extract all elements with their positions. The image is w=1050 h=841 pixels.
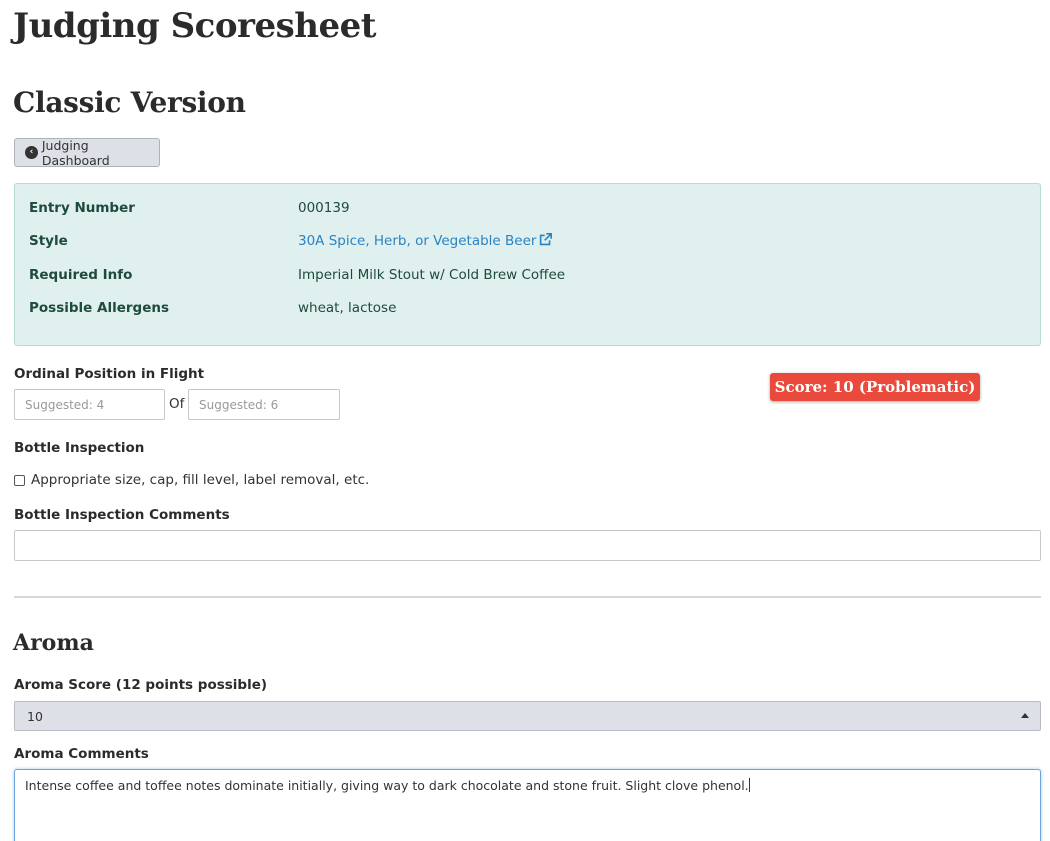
style-link[interactable]: 30A Spice, Herb, or Vegetable Beer <box>298 233 553 249</box>
entry-number-label: Entry Number <box>29 200 135 216</box>
judging-dashboard-label: Judging Dashboard <box>41 137 110 168</box>
score-badge: Score: 10 (Problematic) <box>770 373 980 401</box>
aroma-score-label: Aroma Score (12 points possible) <box>14 677 268 693</box>
page-title: Judging Scoresheet <box>13 6 376 46</box>
bottle-comments-label: Bottle Inspection Comments <box>14 507 230 523</box>
bottle-inspection-checkbox[interactable] <box>14 475 25 486</box>
aroma-comments-textarea[interactable]: Intense coffee and toffee notes dominate… <box>14 769 1041 841</box>
allergens-row: Possible Allergens wheat, lactose <box>29 300 396 316</box>
entry-number-row: Entry Number 000139 <box>29 200 350 216</box>
ordinal-label: Ordinal Position in Flight <box>14 366 205 382</box>
ordinal-position-input[interactable]: Suggested: 4 <box>14 389 165 420</box>
aroma-comments-text: Intense coffee and toffee notes dominate… <box>25 778 749 793</box>
style-link-text: 30A Spice, Herb, or Vegetable Beer <box>298 233 537 249</box>
style-row: Style 30A Spice, Herb, or Vegetable Beer <box>29 233 553 249</box>
aroma-heading: Aroma <box>13 630 94 656</box>
required-info-row: Required Info Imperial Milk Stout w/ Col… <box>29 267 565 283</box>
ordinal-total-input[interactable]: Suggested: 6 <box>188 389 340 420</box>
bottle-comments-input[interactable] <box>14 530 1041 561</box>
judging-dashboard-button[interactable]: ‹ Judging Dashboard <box>14 137 160 168</box>
external-link-icon <box>540 233 553 246</box>
text-cursor <box>748 778 750 792</box>
aroma-comments-label: Aroma Comments <box>14 746 149 762</box>
section-divider <box>14 596 1041 598</box>
chevron-left-circle-icon: ‹ <box>25 146 38 159</box>
caret-up-icon <box>1021 713 1029 718</box>
entry-info-panel: Entry Number 000139 Style 30A Spice, Her… <box>14 183 1041 346</box>
bottle-inspection-checkbox-label: Appropriate size, cap, fill level, label… <box>31 472 370 488</box>
aroma-score-select[interactable]: 10 <box>14 701 1041 731</box>
required-info-label: Required Info <box>29 267 133 283</box>
entry-number-value: 000139 <box>298 200 350 216</box>
allergens-value: wheat, lactose <box>298 300 397 316</box>
style-label: Style <box>29 233 68 249</box>
of-text: Of <box>169 396 185 412</box>
page-subtitle: Classic Version <box>13 86 246 119</box>
bottle-inspection-heading: Bottle Inspection <box>14 440 145 456</box>
aroma-score-value: 10 <box>27 708 43 724</box>
required-info-value: Imperial Milk Stout w/ Cold Brew Coffee <box>298 267 566 283</box>
allergens-label: Possible Allergens <box>29 300 169 316</box>
